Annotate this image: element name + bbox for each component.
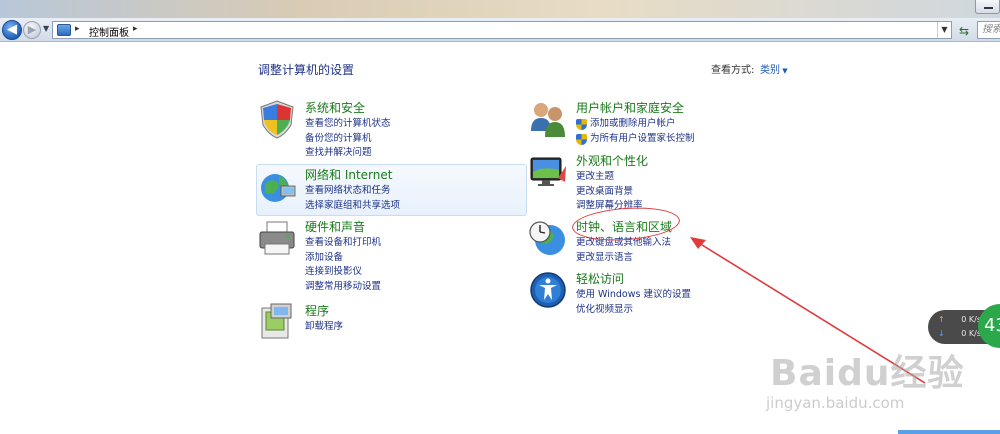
category-title[interactable]: 程序 xyxy=(305,302,329,319)
forward-button[interactable]: ▶ xyxy=(23,21,41,39)
programs-icon[interactable] xyxy=(257,302,297,342)
address-dropdown-icon[interactable]: ▼ xyxy=(937,22,951,38)
link-devices-printers[interactable]: 查看设备和打印机 xyxy=(305,236,381,251)
page-title: 调整计算机的设置 xyxy=(258,63,355,77)
link-mobility-settings[interactable]: 调整常用移动设置 xyxy=(305,280,381,295)
clock-globe-icon[interactable] xyxy=(528,218,568,258)
upload-arrow-icon: ↑ xyxy=(938,315,945,324)
link-parental-controls[interactable]: 为所有用户设置家长控制 xyxy=(576,132,695,147)
breadcrumb-chevron-icon[interactable]: ▸ xyxy=(133,24,138,34)
link-backup-computer[interactable]: 备份您的计算机 xyxy=(305,132,391,147)
link-homegroup-sharing[interactable]: 选择家庭组和共享选项 xyxy=(305,199,400,214)
globe-network-icon[interactable] xyxy=(257,166,297,206)
link-network-status[interactable]: 查看网络状态和任务 xyxy=(305,184,400,199)
category-title[interactable]: 用户帐户和家庭安全 xyxy=(576,99,684,116)
link-add-device[interactable]: 添加设备 xyxy=(305,251,381,266)
taskbar-edge xyxy=(898,430,1000,434)
category-title[interactable]: 外观和个性化 xyxy=(576,152,648,169)
breadcrumb-chevron-icon[interactable]: ▸ xyxy=(75,24,80,34)
navigation-bar: ◀ ▶ ▼ ▸ 控制面板 ▸ ▼ ⇆ 搜索 xyxy=(0,18,1000,42)
shield-icon[interactable] xyxy=(257,99,297,139)
link-uninstall-program[interactable]: 卸载程序 xyxy=(305,320,343,335)
link-troubleshoot[interactable]: 查找并解决问题 xyxy=(305,146,391,161)
window-titlebar xyxy=(0,0,1000,18)
link-text[interactable]: 添加或删除用户帐户 xyxy=(590,118,676,129)
control-panel-icon xyxy=(57,24,71,36)
link-view-computer-status[interactable]: 查看您的计算机状态 xyxy=(305,117,391,132)
view-by-dropdown[interactable]: 类别 xyxy=(760,61,788,76)
search-input[interactable]: 搜索 xyxy=(977,21,1000,39)
baidu-watermark-url: jingyan.baidu.com xyxy=(766,394,905,412)
link-windows-suggested-settings[interactable]: 使用 Windows 建议的设置 xyxy=(576,288,691,303)
recent-pages-dropdown-icon[interactable]: ▼ xyxy=(43,24,49,33)
link-change-display-language[interactable]: 更改显示语言 xyxy=(576,251,671,266)
link-change-theme[interactable]: 更改主题 xyxy=(576,170,643,185)
link-change-desktop-background[interactable]: 更改桌面背景 xyxy=(576,185,643,200)
download-arrow-icon: ↓ xyxy=(938,329,945,338)
link-optimize-visual-display[interactable]: 优化视频显示 xyxy=(576,303,691,318)
minimize-button[interactable] xyxy=(975,0,1000,14)
address-bar[interactable]: ▸ 控制面板 ▸ ▼ xyxy=(52,21,952,39)
view-by-label: 查看方式: xyxy=(711,65,755,76)
category-title[interactable]: 系统和安全 xyxy=(305,99,365,116)
link-add-remove-accounts[interactable]: 添加或删除用户帐户 xyxy=(576,117,695,132)
users-icon[interactable] xyxy=(528,99,568,139)
printer-icon[interactable] xyxy=(257,218,297,258)
uac-shield-icon xyxy=(576,133,587,145)
uac-shield-icon xyxy=(576,119,587,130)
category-title[interactable]: 轻松访问 xyxy=(576,270,624,287)
back-button[interactable]: ◀ xyxy=(2,20,22,40)
refresh-button[interactable]: ⇆ xyxy=(955,21,973,39)
link-text[interactable]: 为所有用户设置家长控制 xyxy=(590,133,695,144)
category-title[interactable]: 硬件和声音 xyxy=(305,218,365,235)
monitor-icon[interactable] xyxy=(528,152,568,192)
link-connect-projector[interactable]: 连接到投影仪 xyxy=(305,265,381,280)
ease-of-access-icon[interactable] xyxy=(528,270,568,310)
baidu-watermark-logo: Baidu经验 xyxy=(770,353,965,394)
category-title[interactable]: 网络和 Internet xyxy=(305,166,392,183)
breadcrumb-control-panel[interactable]: 控制面板 xyxy=(89,24,129,39)
